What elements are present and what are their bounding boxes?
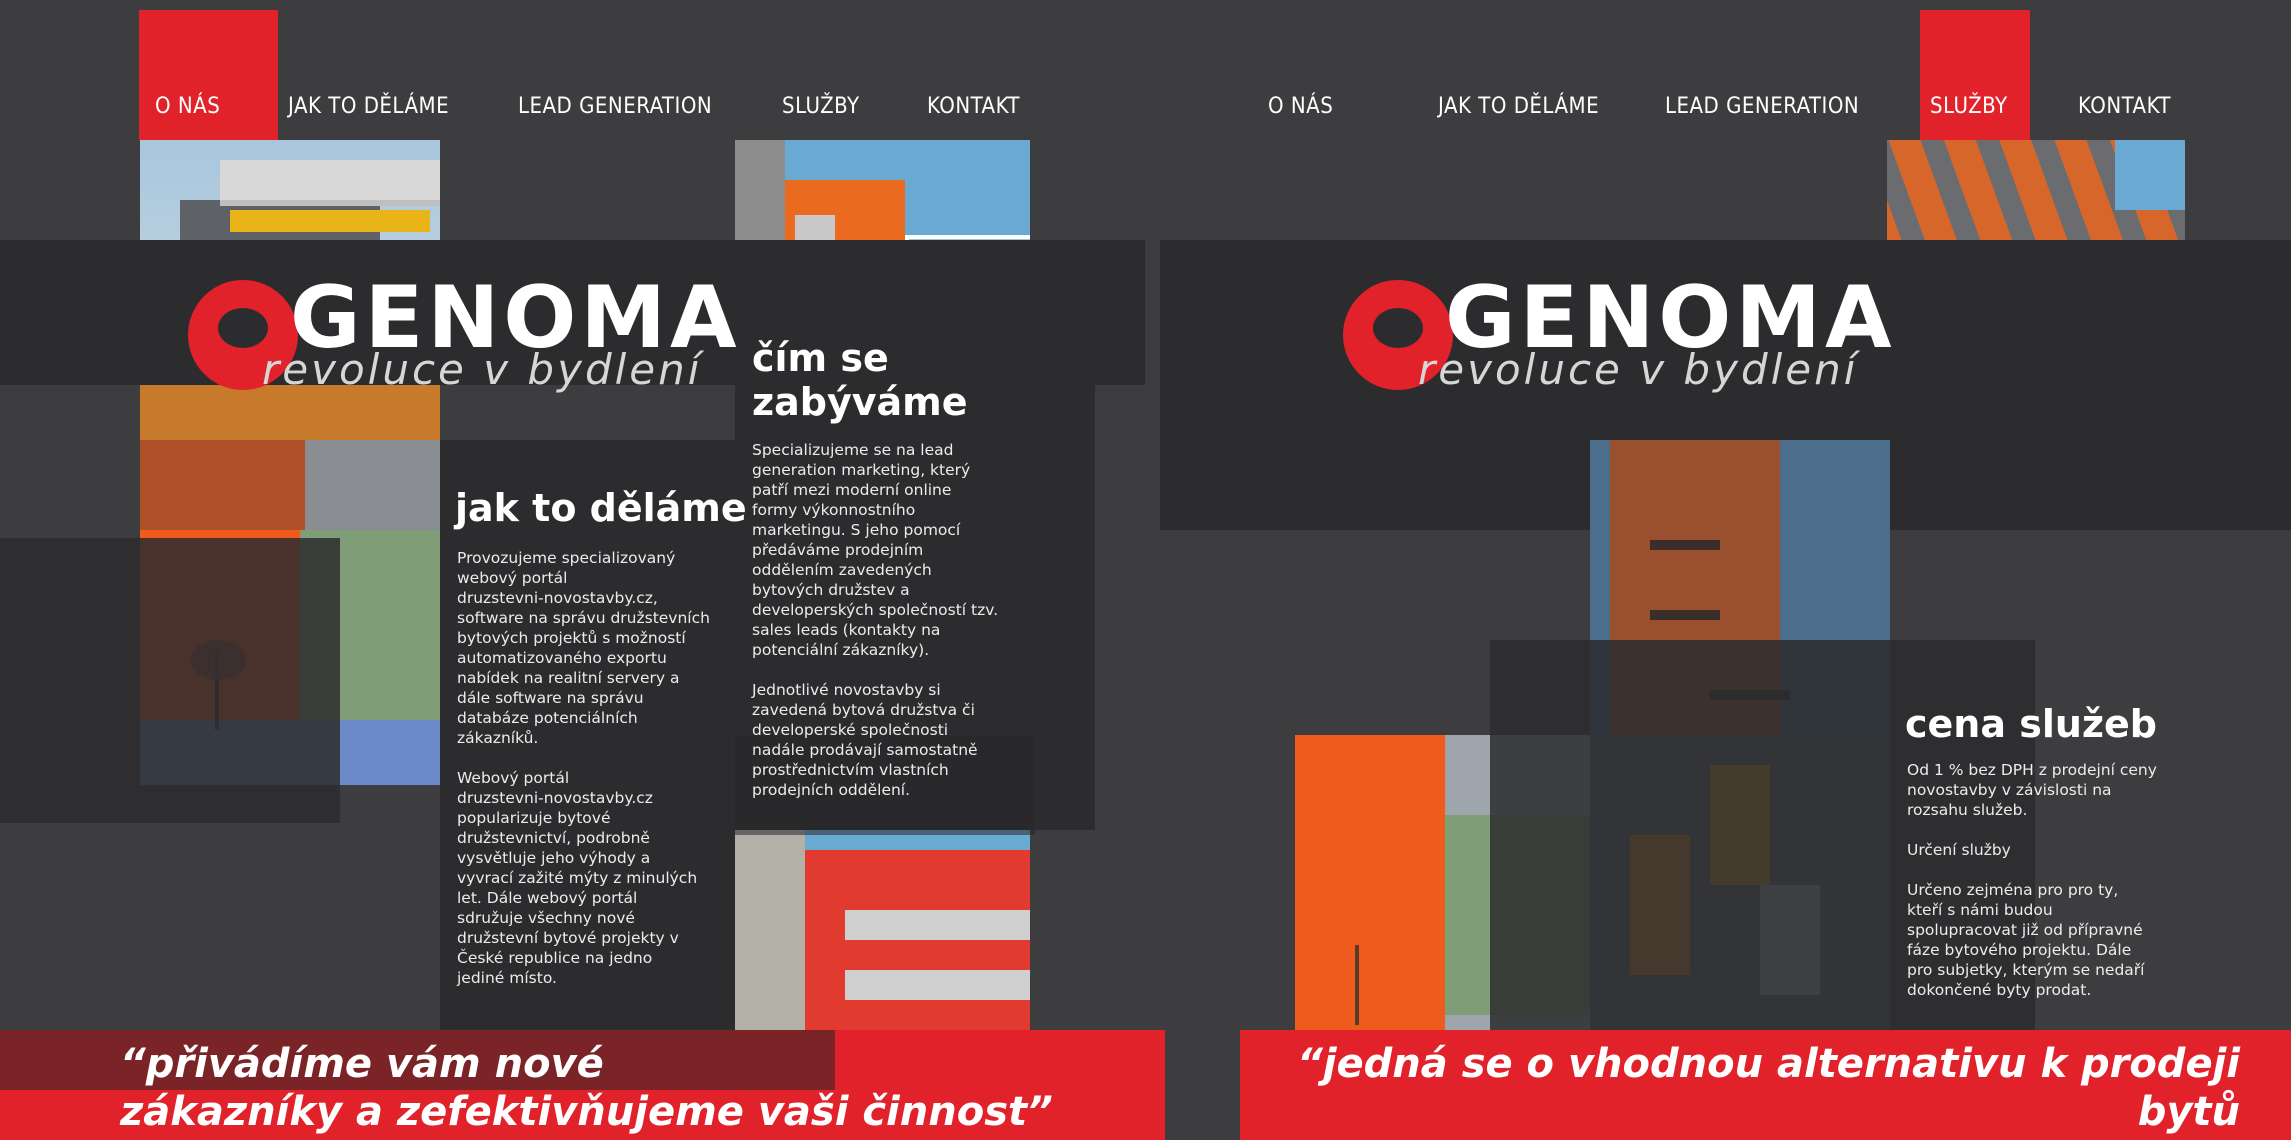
body-cim-se-zabyvame: Specializujeme se na lead generation mar…: [752, 441, 999, 799]
nav-active-highlight-right: [1920, 10, 2030, 140]
nav-active-highlight: [139, 10, 278, 140]
nav-item-jak-to-delame-right[interactable]: JAK TO DĚLÁME: [1438, 94, 1599, 119]
nav-item-lead-generation[interactable]: LEAD GENERATION: [518, 94, 712, 119]
quote-right: “jedná se o vhodnou alternativu k prodej…: [1297, 1041, 2240, 1140]
heading-cena-sluzeb: cena služeb: [1905, 702, 2158, 746]
heading-jak-to-delame: jak to děláme: [455, 486, 747, 530]
logo-tagline: revoluce v bydlení: [262, 345, 703, 394]
photo-balconies-bottom: [735, 830, 1030, 1030]
nav-item-lead-generation-right[interactable]: LEAD GENERATION: [1665, 94, 1859, 119]
band-left-middle: [0, 538, 340, 823]
body-cena-sluzeb: Od 1 % bez DPH z prodejní ceny novostavb…: [1907, 761, 2157, 999]
quote-left: “přivádíme vám nové zákazníky a zefektiv…: [120, 1041, 1053, 1135]
body-jak-to-delame: Provozujeme specializovaný webový portál…: [457, 549, 710, 987]
nav-item-kontakt[interactable]: KONTAKT: [927, 94, 1020, 119]
nav-item-o-nas-right[interactable]: O NÁS: [1268, 94, 1333, 119]
nav-item-kontakt-right[interactable]: KONTAKT: [2078, 94, 2171, 119]
nav-item-sluzby-right[interactable]: SLUŽBY: [1930, 94, 2008, 119]
design-canvas: O NÁS JAK TO DĚLÁME LEAD GENERATION SLUŽ…: [0, 0, 2291, 1140]
nav-item-o-nas[interactable]: O NÁS: [155, 94, 220, 119]
heading-cim-se-zabyvame: čím se zabýváme: [752, 336, 968, 424]
nav-item-jak-to-delame[interactable]: JAK TO DĚLÁME: [288, 94, 449, 119]
nav-item-sluzby[interactable]: SLUŽBY: [782, 94, 860, 119]
logo-tagline-right: revoluce v bydlení: [1418, 345, 1859, 394]
